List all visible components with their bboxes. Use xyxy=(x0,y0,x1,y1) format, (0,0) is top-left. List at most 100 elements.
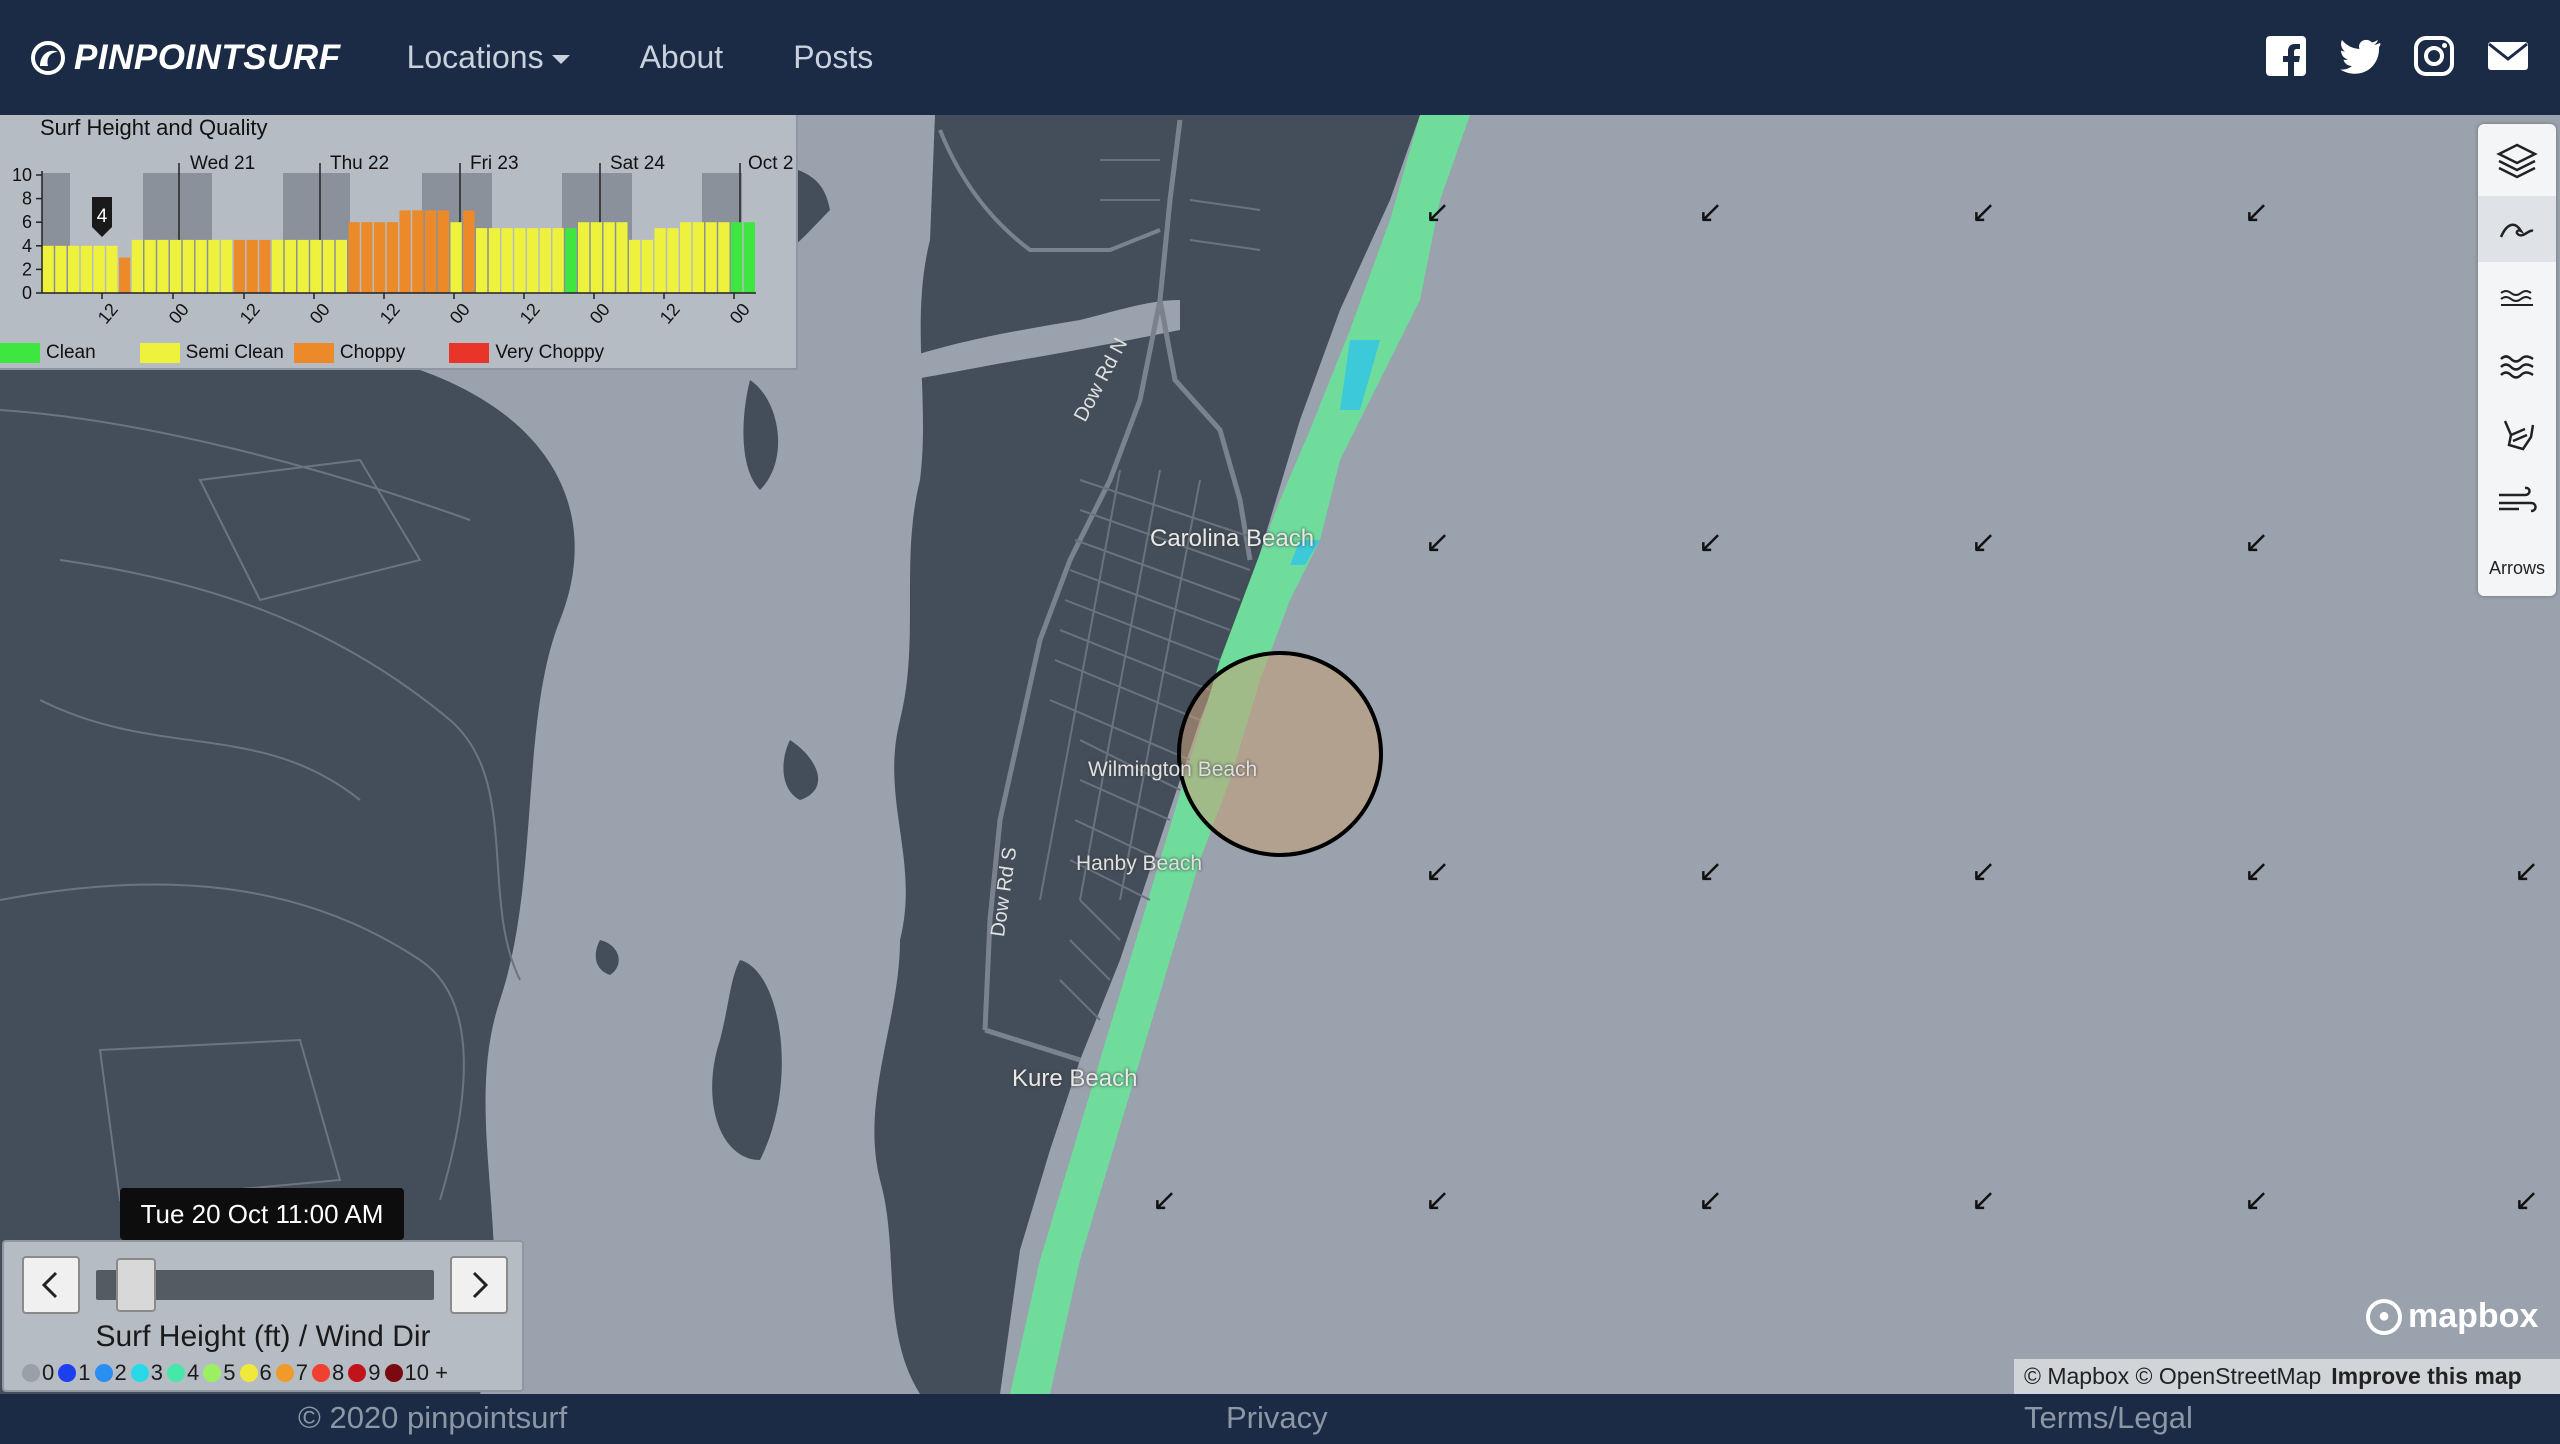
scale-label: 8 xyxy=(332,1360,345,1385)
scale-item: 2 xyxy=(94,1360,127,1386)
surf-bar xyxy=(323,239,335,293)
scale-dot xyxy=(384,1364,403,1382)
nav-about[interactable]: About xyxy=(640,39,724,76)
prev-time-button[interactable] xyxy=(22,1256,80,1314)
surf-bar xyxy=(412,210,424,293)
surf-bar xyxy=(182,239,194,293)
x-tick-label: 12 xyxy=(516,299,544,327)
scale-label: 3 xyxy=(150,1360,163,1385)
layers-icon xyxy=(2496,143,2538,179)
scale-dot xyxy=(348,1364,367,1382)
layers-button[interactable] xyxy=(2478,128,2556,194)
surf-bar xyxy=(501,228,513,293)
chevron-right-icon xyxy=(472,1271,489,1299)
wind-arrow: ↙ xyxy=(2244,526,2270,559)
improve-map-link[interactable]: Improve this map xyxy=(2331,1363,2521,1390)
next-time-button[interactable] xyxy=(450,1256,508,1314)
surf-bar xyxy=(692,222,704,293)
scale-dot xyxy=(58,1364,77,1382)
time-slider-thumb[interactable] xyxy=(116,1258,156,1312)
surf-bar xyxy=(463,210,475,293)
wind-arrow: ↙ xyxy=(1152,1184,1178,1217)
height-marker-value: 4 xyxy=(97,206,108,227)
scale-dot xyxy=(203,1364,222,1382)
surf-bar xyxy=(195,239,207,293)
scale-dot xyxy=(167,1364,185,1382)
surf-bar xyxy=(731,222,743,293)
scale-item: 7 xyxy=(275,1360,308,1386)
footer-terms-link[interactable]: Terms/Legal xyxy=(2024,1400,2193,1436)
scale-label: 0 xyxy=(42,1360,55,1385)
surf-bar xyxy=(335,239,347,293)
scale-item: 10 + xyxy=(384,1360,448,1386)
scale-item: 9 xyxy=(348,1360,381,1386)
envelope-icon[interactable] xyxy=(2486,34,2530,78)
swell-layer-button[interactable] xyxy=(2478,264,2556,330)
facebook-icon[interactable] xyxy=(2264,34,2308,78)
surf-bar xyxy=(208,239,220,293)
surf-bar xyxy=(680,222,692,293)
surf-bar xyxy=(42,245,54,293)
nav-locations-label: Locations xyxy=(406,39,544,75)
legend-label-choppy: Choppy xyxy=(339,342,406,363)
surf-bar xyxy=(55,245,67,293)
surf-layer-button[interactable] xyxy=(2478,196,2556,262)
brand[interactable]: PINPOINTSURF xyxy=(30,38,341,78)
wind-arrow: ↙ xyxy=(2244,196,2270,229)
day-label: Fri 23 xyxy=(470,153,519,174)
surf-chart: 10 8 6 4 2 0 Wed 21 Thu 22 Fri 23 Sat 24 Oct 2 12 00… xyxy=(12,153,793,328)
scale-item: 0 xyxy=(22,1360,54,1386)
x-tick-label: 00 xyxy=(726,299,754,327)
instagram-icon[interactable] xyxy=(2412,34,2456,78)
scale-label: 2 xyxy=(114,1360,127,1385)
legend-swatch-semi-clean xyxy=(139,343,180,363)
chevron-left-icon xyxy=(41,1271,58,1299)
surf-bar xyxy=(284,239,296,293)
logo-icon xyxy=(31,40,65,75)
scale-label: 10 + xyxy=(404,1360,448,1385)
surf-chart-panel: 10 8 6 4 2 0 Wed 21 Thu 22 Fri 23 Sat 24 Oct 2 12 00… xyxy=(0,115,798,370)
scale-dot xyxy=(22,1364,40,1382)
waves-layer-button[interactable] xyxy=(2478,332,2556,398)
surf-bar xyxy=(654,228,666,293)
surf-bar xyxy=(603,222,615,293)
wind-arrow: ↙ xyxy=(1698,526,1724,559)
surf-bar xyxy=(221,239,233,293)
map-attribution: © Mapbox © OpenStreetMap Improve this ma… xyxy=(2014,1359,2560,1394)
scale-item: 8 xyxy=(312,1360,344,1386)
wind-arrow: ↙ xyxy=(1971,1184,1997,1217)
surf-bar xyxy=(361,222,373,293)
nav-posts[interactable]: Posts xyxy=(793,39,873,76)
surf-bar xyxy=(437,210,449,293)
surf-icon xyxy=(2499,223,2534,238)
surf-bar xyxy=(552,228,564,293)
quality-layer-button[interactable] xyxy=(2478,400,2556,466)
surf-bar xyxy=(616,222,628,293)
waves-icon xyxy=(2500,355,2534,379)
wind-layer-button[interactable] xyxy=(2478,468,2556,534)
surf-bar xyxy=(297,239,309,293)
footer-copyright: © 2020 pinpointsurf xyxy=(298,1400,568,1435)
twitter-icon[interactable] xyxy=(2338,34,2382,78)
legend-semi-clean: Semi Clean xyxy=(139,342,284,364)
wind-arrow: ↙ xyxy=(1425,855,1451,888)
wind-arrow: ↙ xyxy=(1698,196,1724,229)
shaka-icon xyxy=(2503,420,2535,451)
surf-height-scale: 0 1 2 3 4 5 6 7 8 9 10 + xyxy=(22,1360,452,1386)
attribution-text[interactable]: © Mapbox © OpenStreetMap xyxy=(2024,1363,2321,1390)
wind-arrow: ↙ xyxy=(1971,196,1997,229)
scale-item: 3 xyxy=(130,1360,163,1386)
arrows-toggle-label[interactable]: Arrows xyxy=(2478,558,2556,579)
surf-bar xyxy=(514,228,526,293)
navbar: PINPOINTSURF Locations About Posts xyxy=(0,0,2560,115)
surf-bar xyxy=(246,239,258,293)
footer-privacy-link[interactable]: Privacy xyxy=(1226,1400,1328,1436)
mapbox-logo[interactable]: ● mapbox xyxy=(2366,1297,2538,1336)
nav-locations-dropdown[interactable]: Locations xyxy=(407,39,570,76)
legend-label-clean: Clean xyxy=(46,342,96,363)
surf-height-title: Surf Height (ft) / Wind Dir xyxy=(95,1320,431,1353)
legend-label-very-choppy: Very Choppy xyxy=(495,342,605,363)
surf-bar xyxy=(539,228,551,293)
x-tick-label: 00 xyxy=(586,299,614,327)
surf-bar xyxy=(144,239,156,293)
